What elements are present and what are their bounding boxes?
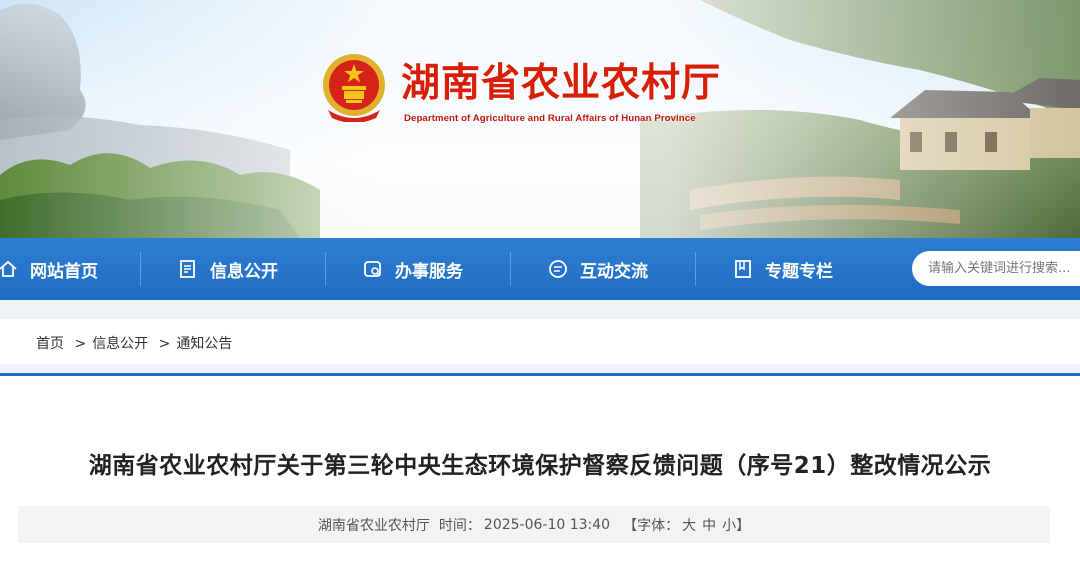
font-size-large-button[interactable]: 大 [682, 515, 696, 535]
document-icon [178, 259, 198, 279]
breadcrumb-home[interactable]: 首页 [36, 336, 64, 352]
article-title: 湖南省农业农村厅关于第三轮中央生态环境保护督察反馈问题（序号21）整改情况公示 [88, 453, 992, 479]
header-banner: 湖南省农业农村厅 Department of Agriculture and R… [0, 0, 1080, 238]
font-size-small-button[interactable]: 小】 [722, 515, 750, 535]
site-subtitle: Department of Agriculture and Rural Affa… [404, 113, 696, 124]
nav-label: 网站首页 [30, 261, 98, 282]
nav-label: 信息公开 [210, 261, 278, 282]
nav-label: 专题专栏 [765, 261, 833, 282]
nav-item-interaction[interactable]: 互动交流 [548, 238, 648, 300]
nav-divider [140, 252, 141, 286]
nav-item-home[interactable]: 网站首页 [0, 238, 98, 300]
breadcrumb-separator: > [74, 336, 87, 352]
article-meta-bar: 湖南省农业农村厅 时间： 2025-06-10 13:40 【字体： 大 中 小… [18, 506, 1050, 543]
nav-divider [510, 252, 511, 286]
breadcrumb-notices[interactable]: 通知公告 [176, 336, 232, 352]
publish-time: 2025-06-10 13:40 [483, 516, 611, 533]
site-title: 湖南省农业农村厅 [401, 61, 722, 106]
time-label: 时间： [438, 517, 481, 534]
nav-label: 互动交流 [580, 261, 648, 282]
chat-icon [548, 259, 568, 279]
home-icon [0, 259, 18, 279]
nav-divider [325, 252, 326, 286]
breadcrumb: 首页 > 信息公开 > 通知公告 [36, 333, 238, 353]
font-size-label: 【字体： [623, 517, 680, 534]
breadcrumb-info-disclosure[interactable]: 信息公开 [92, 336, 148, 352]
nav-item-special-topics[interactable]: 专题专栏 [733, 238, 833, 300]
article-source: 湖南省农业农村厅 [317, 517, 430, 534]
bookmark-icon [733, 259, 753, 279]
nav-item-services[interactable]: 办事服务 [363, 238, 463, 300]
breadcrumb-separator: > [158, 336, 171, 352]
nav-divider [695, 252, 696, 286]
national-emblem-icon [320, 52, 388, 122]
section-divider [0, 373, 1080, 376]
nav-item-info-disclosure[interactable]: 信息公开 [178, 238, 278, 300]
search-input[interactable] [912, 251, 1080, 286]
nav-label: 办事服务 [395, 261, 463, 282]
service-icon [363, 259, 383, 279]
font-size-medium-button[interactable]: 中 [702, 515, 716, 535]
